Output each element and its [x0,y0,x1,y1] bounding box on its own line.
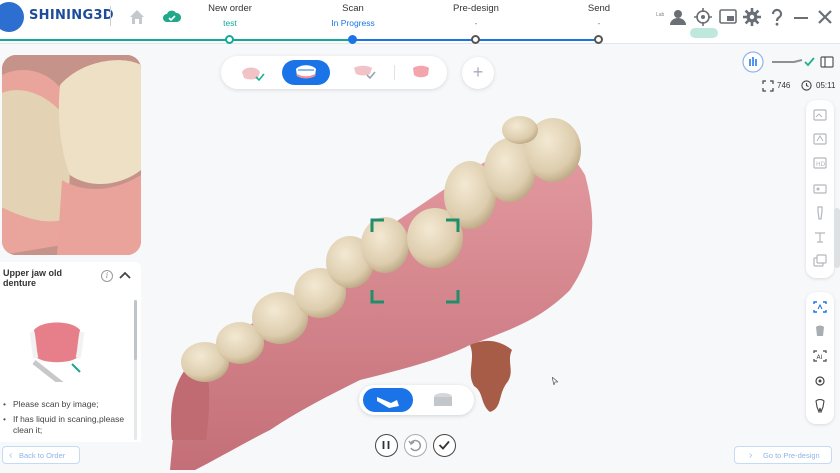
help-icon[interactable] [768,8,786,26]
scanner-status-icon [772,57,815,67]
tooth-lock-icon[interactable] [812,324,828,338]
step-send-label[interactable]: Send [554,3,644,14]
step-dot-scan [348,35,357,44]
step-pre-design-sub: - [474,18,478,28]
step-dot-new-order [225,35,234,44]
lower-jaw-button[interactable] [227,60,275,85]
camera-image [2,55,141,255]
svg-text:HD: HD [816,161,826,168]
minimize-icon[interactable] [792,8,810,26]
ai-icon[interactable]: AI [812,349,828,363]
lab-label: Lab [656,12,665,18]
go-to-pre-design-button[interactable]: › Go to Pre-design [734,446,832,464]
cloud-sync-icon[interactable] [162,9,182,25]
top-bar: SHINING3D New order test Scan In Progres… [0,0,840,44]
select-region-icon[interactable] [812,300,828,314]
step-new-order-label[interactable]: New order [185,3,275,14]
pause-button[interactable] [375,434,398,457]
pause-icon [382,441,390,449]
tip-item: If has liquid in scaning,please clean it… [3,414,131,436]
step-dot-pre-design [471,35,480,44]
info-icon[interactable]: i [101,270,113,282]
upper-jaw-button[interactable] [282,60,330,85]
denture-illustration-icon [29,322,85,382]
right-scroll-handle[interactable] [834,208,840,268]
back-to-order-button[interactable]: ‹ Back to Order [2,446,80,464]
texture-icon[interactable] [812,108,828,122]
scan-guide-panel: Upper jaw old denture i Please scan by i… [0,262,141,442]
lower-jaw-icon [242,67,265,82]
scanner-mode-button[interactable] [363,388,413,412]
crop-icon[interactable] [812,230,828,244]
back-to-order-label: Back to Order [19,451,66,460]
model-icon [434,393,452,406]
home-icon[interactable] [128,8,146,26]
frame-count: 746 [777,81,791,90]
hd-icon[interactable]: HD [812,156,828,170]
photo-icon[interactable] [812,254,828,268]
chevron-left-icon: ‹ [9,450,13,461]
tooth-marker-icon[interactable] [812,399,828,413]
hand-scan-icon[interactable] [742,51,764,73]
panel-title: Upper jaw old denture [3,268,63,288]
panel-scrollbar-thumb[interactable] [134,300,137,360]
progress-line-active [230,39,353,41]
chevron-up-icon[interactable] [119,270,131,280]
scan-timer: 05:11 [816,81,836,90]
toggle-view-icon[interactable] [812,182,828,196]
add-scan-button[interactable]: + [462,57,494,89]
step-dot-send [594,35,603,44]
step-pre-design-label[interactable]: Pre-design [431,3,521,14]
upper-jaw-icon [296,65,316,79]
tip-text: Please scan by image; [13,399,99,409]
step-scan-sub: In Progress [331,18,375,28]
target-icon[interactable] [694,8,712,26]
implant-icon[interactable] [812,206,828,220]
logo-divider [110,6,111,26]
model-mode-button[interactable] [419,388,469,412]
chevron-right-icon: › [749,450,753,461]
scanner-icon [377,397,399,408]
occlusion-icon [354,65,376,80]
close-icon[interactable] [816,8,834,26]
denture-button[interactable] [397,60,445,85]
logo-icon [0,2,24,32]
screen-record-icon[interactable] [719,8,737,26]
occlusion-button[interactable] [339,60,387,85]
step-send-sub: - [597,18,601,28]
user-icon[interactable] [669,8,687,26]
jaw-selector-toolbar [221,56,447,89]
progress-line-done [0,39,230,41]
ai-filter-icon[interactable] [812,132,828,146]
lab-toggle[interactable] [690,28,718,38]
panel-toggle-icon[interactable] [820,56,834,68]
panel-scrollbar[interactable] [134,300,137,440]
scan-mode-toolbar [359,385,474,415]
confirm-button[interactable] [433,434,456,457]
view-toolbar: HD [806,100,834,278]
denture-icon [413,65,429,78]
toolbar-divider [394,65,395,80]
trim-icon[interactable] [812,374,828,388]
go-to-pre-design-label: Go to Pre-design [763,451,820,460]
tip-text: If has liquid in scaning,please clean it… [13,414,125,435]
check-icon [438,440,450,450]
undo-button[interactable] [404,434,427,457]
clock-icon [801,80,812,91]
edit-toolbar: AI [806,292,834,424]
step-scan-label[interactable]: Scan [308,3,398,14]
frame-count-icon [762,80,774,92]
logo-text: SHINING3D [29,8,114,23]
undo-icon [408,439,422,452]
tip-item: Please scan by image; [3,399,131,410]
mouse-cursor-icon [552,377,558,385]
camera-preview[interactable] [2,55,141,255]
gear-icon[interactable] [743,8,761,26]
step-new-order-sub: test [223,18,237,28]
svg-text:AI: AI [817,354,823,361]
